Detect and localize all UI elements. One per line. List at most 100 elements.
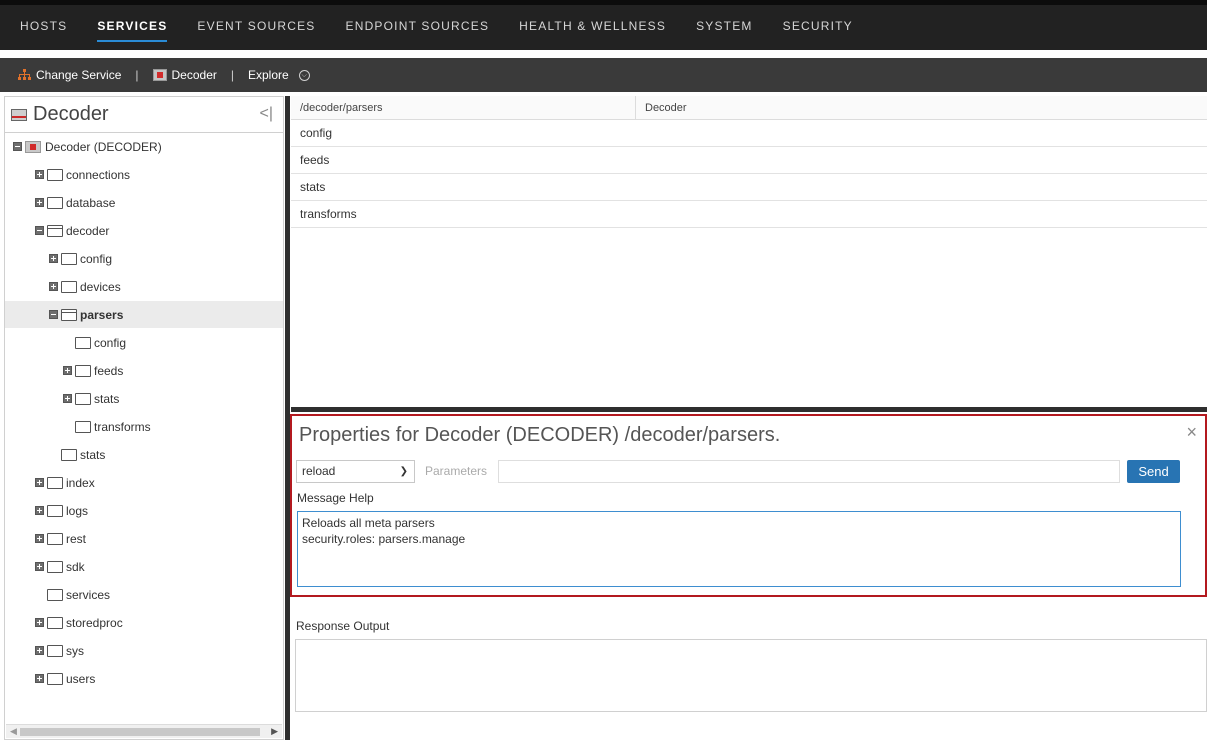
tree-node[interactable]: devices [5, 273, 283, 300]
folder-icon [61, 280, 77, 293]
scroll-right-icon[interactable]: ▶ [271, 726, 278, 737]
tree-node[interactable]: Decoder (DECODER) [5, 133, 283, 160]
expand-icon[interactable] [63, 366, 72, 375]
tree-node-label: transforms [94, 419, 151, 434]
tree-panel-title: Decoder [33, 103, 109, 125]
tree-node-label: decoder [66, 223, 110, 238]
expand-icon[interactable] [49, 282, 58, 291]
scrollbar-thumb[interactable] [20, 728, 260, 736]
folder-icon [47, 168, 63, 181]
expand-icon[interactable] [35, 506, 44, 515]
table-row[interactable]: stats [291, 174, 1207, 201]
table-row[interactable]: transforms [291, 201, 1207, 228]
properties-panel: Properties for Decoder (DECODER) /decode… [290, 414, 1207, 597]
tree-node-label: index [66, 475, 95, 490]
folder-icon [75, 364, 91, 377]
tab-services[interactable]: SERVICES [97, 5, 168, 50]
collapse-icon[interactable] [13, 142, 22, 151]
table-row[interactable]: feeds [291, 147, 1207, 174]
help-line: security.roles: parsers.manage [302, 532, 466, 546]
view-dropdown[interactable]: Explore ⌵ [248, 68, 310, 82]
service-name-label: Decoder [171, 68, 217, 82]
tree-node-label: sdk [66, 559, 85, 574]
message-help-label: Message Help [297, 491, 374, 505]
tab-system[interactable]: SYSTEM [696, 5, 753, 50]
tree-node[interactable]: rest [5, 525, 283, 552]
tree-node[interactable]: index [5, 469, 283, 496]
tab-security[interactable]: SECURITY [783, 5, 853, 50]
help-line: Reloads all meta parsers [302, 516, 435, 530]
tree-node[interactable]: connections [5, 161, 283, 188]
message-select-value: reload [302, 464, 336, 478]
tree-node-label: users [66, 671, 96, 686]
tab-health-wellness[interactable]: HEALTH & WELLNESS [519, 5, 666, 50]
expand-icon[interactable] [49, 254, 58, 263]
expand-icon[interactable] [35, 618, 44, 627]
view-label: Explore [248, 68, 289, 82]
tree-node[interactable]: config [5, 245, 283, 272]
expand-icon[interactable] [35, 170, 44, 179]
tree-node-label: services [66, 587, 111, 602]
message-select[interactable]: reload ❯ [296, 460, 415, 483]
folder-icon [61, 252, 77, 265]
tree-node-label: feeds [94, 363, 124, 378]
table-header: /decoder/parsers Decoder [291, 96, 1207, 120]
tab-hosts[interactable]: HOSTS [20, 5, 67, 50]
tree-node[interactable]: storedproc [5, 609, 283, 636]
expand-icon[interactable] [35, 198, 44, 207]
folder-icon [47, 560, 63, 573]
tree-node[interactable]: sdk [5, 553, 283, 580]
message-help-text[interactable]: Reloads all meta parsers security.roles:… [297, 511, 1181, 587]
tree-node-label: logs [66, 503, 89, 518]
horizontal-splitter[interactable] [291, 407, 1207, 412]
tab-endpoint-sources[interactable]: ENDPOINT SOURCES [346, 5, 490, 50]
service-toolbar: Change Service | Decoder | Explore ⌵ [0, 58, 1207, 92]
table-row[interactable]: config [291, 120, 1207, 147]
tree-panel-header: Decoder <| [5, 97, 283, 133]
collapse-icon[interactable] [35, 226, 44, 235]
send-button[interactable]: Send [1127, 460, 1180, 483]
close-icon[interactable]: × [1186, 422, 1197, 443]
scroll-left-icon[interactable]: ◀ [10, 726, 17, 737]
service-name-button[interactable]: Decoder [152, 68, 217, 82]
tree-node[interactable]: feeds [5, 357, 283, 384]
tab-event-sources[interactable]: EVENT SOURCES [197, 5, 315, 50]
change-service-button[interactable]: Change Service [18, 68, 121, 82]
expand-icon[interactable] [35, 534, 44, 543]
expand-icon[interactable] [35, 562, 44, 571]
tree-node-label: config [94, 335, 127, 350]
column-header-path[interactable]: /decoder/parsers [291, 96, 636, 119]
folder-icon [61, 448, 77, 461]
parameters-label: Parameters [425, 464, 488, 478]
tree-node[interactable]: decoder [5, 217, 283, 244]
tree-node[interactable]: services [5, 581, 283, 608]
explore-tree: Decoder (DECODER) connections database deco… [5, 133, 283, 693]
tree-node[interactable]: users [5, 665, 283, 692]
hierarchy-icon [18, 69, 31, 81]
tree-node[interactable]: parsers [5, 301, 283, 328]
tree-node[interactable]: config [5, 329, 283, 356]
horizontal-scrollbar[interactable]: ◀ ▶ [6, 724, 282, 738]
response-output-box[interactable] [295, 639, 1207, 712]
expand-icon[interactable] [63, 394, 72, 403]
expand-icon[interactable] [35, 646, 44, 655]
tree-node[interactable]: logs [5, 497, 283, 524]
toolbar-separator: | [135, 68, 139, 82]
tree-node[interactable]: stats [5, 441, 283, 468]
tree-node[interactable]: transforms [5, 413, 283, 440]
expand-icon[interactable] [35, 478, 44, 487]
explore-tree-panel: Decoder <| Decoder (DECODER) connections d… [4, 96, 284, 740]
chevron-down-icon: ❯ [399, 466, 408, 477]
parameters-input[interactable] [498, 460, 1120, 483]
tree-node[interactable]: database [5, 189, 283, 216]
toolbar-separator: | [230, 68, 234, 82]
tree-node[interactable]: stats [5, 385, 283, 412]
column-header-service[interactable]: Decoder [636, 96, 1207, 119]
tree-node[interactable]: sys [5, 637, 283, 664]
collapse-icon[interactable] [49, 310, 58, 319]
decoder-icon [152, 69, 167, 81]
chevron-down-icon: ⌵ [298, 69, 310, 81]
expand-icon[interactable] [35, 674, 44, 683]
collapse-panel-icon[interactable]: <| [260, 105, 274, 123]
folder-icon [47, 532, 63, 545]
